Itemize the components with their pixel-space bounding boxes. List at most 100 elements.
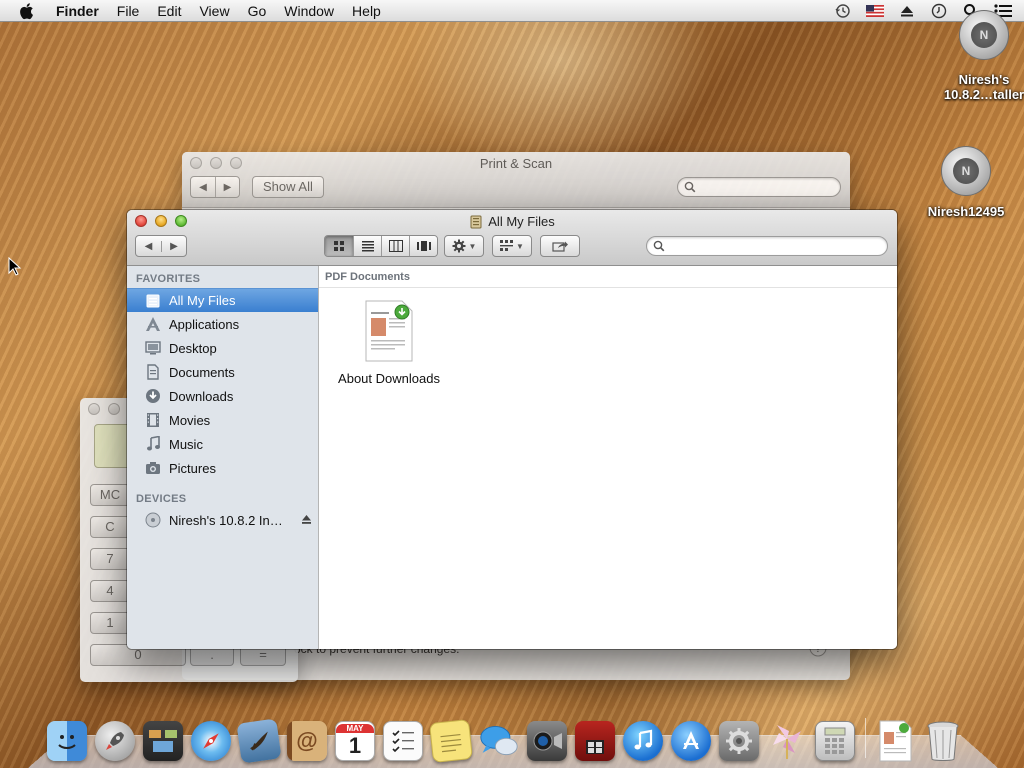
- arrange-grid-icon: [500, 240, 514, 251]
- file-item-about-downloads[interactable]: About Downloads: [329, 300, 449, 386]
- dock-calculator[interactable]: [812, 718, 858, 764]
- dock-launchpad[interactable]: [92, 718, 138, 764]
- finder-body: FAVORITES All My Files Applications Desk…: [127, 266, 897, 649]
- mission-control-icon: [143, 721, 183, 761]
- finder-toolbar: All My Files ◀ ▶ ▼ ▼: [127, 210, 897, 266]
- sidebar-item-all-my-files[interactable]: All My Files: [127, 288, 318, 312]
- menu-go[interactable]: Go: [239, 0, 276, 22]
- print-scan-title: Print & Scan: [479, 156, 553, 171]
- back-arrow-icon[interactable]: ◀: [136, 241, 161, 252]
- menu-help[interactable]: Help: [343, 0, 390, 22]
- desktop-item-label: Niresh12495: [927, 204, 1005, 219]
- menu-edit[interactable]: Edit: [148, 0, 190, 22]
- prefs-search-input[interactable]: [677, 177, 841, 197]
- share-icon: [552, 241, 568, 252]
- dock-contacts[interactable]: @: [284, 718, 330, 764]
- action-menu-button[interactable]: ▼: [444, 235, 484, 257]
- photo-booth-icon: [575, 721, 615, 761]
- reminders-checklist-icon: [383, 721, 423, 761]
- calc-key-1[interactable]: 1: [90, 612, 130, 634]
- dock-finder[interactable]: [44, 718, 90, 764]
- menu-window[interactable]: Window: [275, 0, 343, 22]
- dock-mission-control[interactable]: [140, 718, 186, 764]
- sidebar-item-music[interactable]: Music: [127, 432, 318, 456]
- downloads-icon: [144, 388, 162, 404]
- trash-icon: [923, 721, 963, 761]
- apple-menu-icon[interactable]: [18, 2, 40, 20]
- search-icon: [653, 240, 665, 252]
- sidebar-item-installer-disk[interactable]: Niresh's 10.8.2 In…: [127, 508, 318, 532]
- icon-view-icon[interactable]: [325, 236, 353, 256]
- disk-icon: [144, 512, 162, 528]
- dock-calendar[interactable]: MAY 1: [332, 718, 378, 764]
- nav-back-forward: ◀ ▶: [135, 235, 187, 257]
- share-button[interactable]: [540, 235, 580, 257]
- forward-arrow-icon[interactable]: ▶: [215, 177, 239, 197]
- search-icon: [684, 181, 696, 193]
- dock-about-downloads[interactable]: [872, 718, 918, 764]
- dock-safari[interactable]: [188, 718, 234, 764]
- forward-arrow-icon[interactable]: ▶: [160, 240, 186, 252]
- close-button[interactable]: [88, 403, 100, 415]
- pinwheel-icon: [767, 721, 807, 761]
- sidebar-item-applications[interactable]: Applications: [127, 312, 318, 336]
- dock-facetime[interactable]: [524, 718, 570, 764]
- mail-stamp-icon: [236, 718, 282, 764]
- show-all-button[interactable]: Show All: [252, 176, 324, 198]
- sidebar-item-pictures[interactable]: Pictures: [127, 456, 318, 480]
- back-arrow-icon[interactable]: ◀: [191, 177, 215, 197]
- dock-reminders[interactable]: [380, 718, 426, 764]
- cover-flow-view-icon[interactable]: [409, 236, 437, 256]
- calc-key-4[interactable]: 4: [90, 580, 130, 602]
- documents-icon: [144, 364, 162, 380]
- calc-key-c[interactable]: C: [90, 516, 130, 538]
- dock-itunes[interactable]: [620, 718, 666, 764]
- column-view-icon[interactable]: [381, 236, 409, 256]
- disk-icon: N: [941, 146, 991, 196]
- time-machine-icon[interactable]: [834, 3, 852, 19]
- calc-key-mc[interactable]: MC: [90, 484, 130, 506]
- calc-key-7[interactable]: 7: [90, 548, 130, 570]
- minimize-button[interactable]: [108, 403, 120, 415]
- gear-icon: [452, 239, 466, 253]
- calendar-icon: MAY 1: [335, 721, 375, 761]
- launchpad-rocket-icon: [95, 721, 135, 761]
- print-scan-titlebar: Print & Scan ◀ ▶ Show All: [182, 152, 850, 208]
- sidebar-item-downloads[interactable]: Downloads: [127, 384, 318, 408]
- eject-icon[interactable]: [898, 3, 916, 19]
- arrange-menu-button[interactable]: ▼: [492, 235, 532, 257]
- safari-compass-icon: [191, 721, 231, 761]
- finder-sidebar: FAVORITES All My Files Applications Desk…: [127, 266, 319, 649]
- dock: @ MAY 1: [44, 708, 966, 764]
- sidebar-item-desktop[interactable]: Desktop: [127, 336, 318, 360]
- us-flag-input-icon[interactable]: [866, 3, 884, 19]
- contacts-book-icon: @: [287, 721, 327, 761]
- desktop-user-disk[interactable]: N Niresh12495: [918, 146, 1014, 219]
- menu-bar: Finder File Edit View Go Window Help: [0, 0, 1024, 22]
- dock-messages[interactable]: [476, 718, 522, 764]
- dock-system-preferences[interactable]: [716, 718, 762, 764]
- disk-icon: N: [959, 10, 1009, 60]
- movies-icon: [144, 412, 162, 428]
- finder-search-input[interactable]: [646, 236, 888, 256]
- sidebar-item-documents[interactable]: Documents: [127, 360, 318, 384]
- dock-pinwheel[interactable]: [764, 718, 810, 764]
- menu-file[interactable]: File: [108, 0, 149, 22]
- chevron-down-icon: ▼: [516, 241, 524, 251]
- dock-mail[interactable]: [236, 718, 282, 764]
- music-icon: [144, 436, 162, 452]
- dock-notes[interactable]: [428, 718, 474, 764]
- menu-view[interactable]: View: [190, 0, 238, 22]
- dock-app-store[interactable]: [668, 718, 714, 764]
- system-preferences-gear-icon: [719, 721, 759, 761]
- desktop-installer-disk[interactable]: N Niresh's 10.8.2…taller: [936, 10, 1024, 102]
- finder-title: All My Files: [127, 214, 897, 229]
- menu-app-finder[interactable]: Finder: [50, 0, 108, 22]
- pdf-document-icon: [875, 720, 915, 762]
- sidebar-item-movies[interactable]: Movies: [127, 408, 318, 432]
- dock-photo-booth[interactable]: [572, 718, 618, 764]
- eject-icon[interactable]: [301, 513, 312, 528]
- nav-back-forward: ◀ ▶: [190, 176, 240, 198]
- dock-trash[interactable]: [920, 718, 966, 764]
- list-view-icon[interactable]: [353, 236, 381, 256]
